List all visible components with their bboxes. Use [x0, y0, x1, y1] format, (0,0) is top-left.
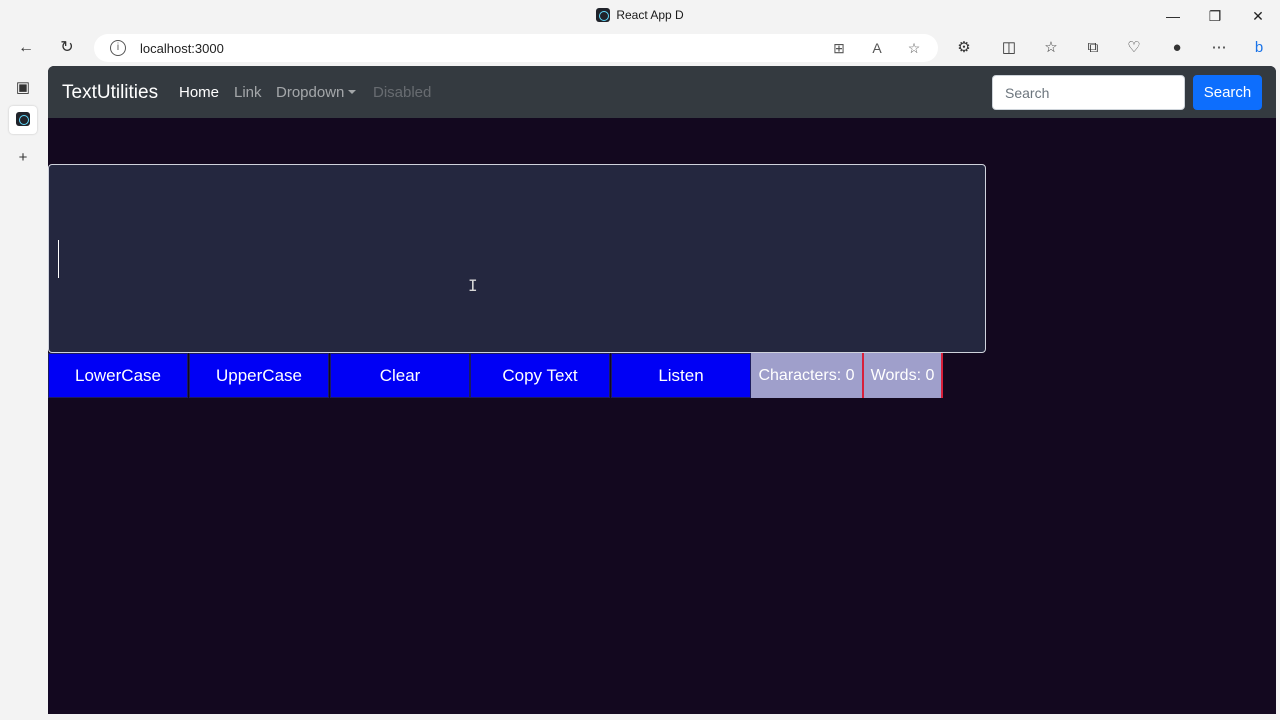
search-button[interactable]: Search [1193, 75, 1262, 110]
address-bar[interactable]: i localhost:3000 ⊞ A ☆ [94, 34, 938, 62]
navbar-brand[interactable]: TextUtilities [62, 82, 158, 104]
favorites-icon[interactable]: ☆ [1039, 36, 1063, 60]
copilot-icon[interactable]: b [1247, 36, 1271, 60]
profile-avatar-icon[interactable]: ● [1165, 36, 1189, 60]
nav-dropdown-label: Dropdown [276, 84, 345, 101]
app-navbar: TextUtilities Home Link Dropdown Disable… [48, 66, 1276, 118]
refresh-button[interactable]: ↻ [53, 36, 81, 60]
text-input-area[interactable] [48, 164, 986, 353]
site-info-icon[interactable]: i [110, 40, 126, 56]
read-aloud-icon[interactable]: A [868, 39, 886, 57]
back-button[interactable]: ← [12, 36, 40, 60]
vertical-tabs-panel: ▣ + [0, 64, 46, 720]
close-window-button[interactable]: ✕ [1238, 4, 1278, 28]
text-cursor [58, 240, 59, 278]
clear-button[interactable]: Clear [330, 353, 470, 398]
react-favicon-icon [596, 8, 611, 22]
nav-link[interactable]: Link [234, 84, 262, 101]
extensions-icon[interactable]: ⚙ [952, 36, 976, 60]
restore-button[interactable]: ❐ [1195, 4, 1235, 28]
react-favicon-icon [16, 112, 30, 126]
listen-button[interactable]: Listen [611, 353, 751, 398]
page-viewport: TextUtilities Home Link Dropdown Disable… [48, 66, 1276, 714]
tab-react-app[interactable] [9, 106, 37, 134]
ibeam-cursor-icon: I [468, 276, 478, 295]
characters-count: Characters: 0 [751, 353, 864, 398]
window-title: React App D [0, 8, 1280, 22]
app-available-icon[interactable]: ⊞ [830, 39, 848, 57]
nav-home[interactable]: Home [179, 84, 219, 101]
browser-essentials-icon[interactable]: ♡ [1122, 36, 1146, 60]
nav-dropdown[interactable]: Dropdown [276, 84, 357, 101]
lowercase-button[interactable]: LowerCase [48, 353, 188, 398]
copy-text-button[interactable]: Copy Text [470, 353, 610, 398]
search-input[interactable] [992, 75, 1185, 110]
collections-icon[interactable]: ⧉ [1081, 36, 1105, 60]
nav-disabled: Disabled [373, 84, 432, 101]
tab-actions-icon[interactable]: ▣ [9, 74, 37, 102]
split-screen-icon[interactable]: ◫ [997, 36, 1021, 60]
more-options-icon[interactable]: ⋯ [1207, 36, 1231, 60]
address-url[interactable]: localhost:3000 [140, 41, 224, 56]
words-count: Words: 0 [864, 353, 943, 398]
new-tab-plus-icon[interactable]: + [9, 144, 37, 172]
window-title-bar: React App D — ❐ ✕ [0, 0, 1280, 32]
uppercase-button[interactable]: UpperCase [189, 353, 329, 398]
favorite-star-icon[interactable]: ☆ [905, 39, 923, 57]
caret-down-icon [348, 90, 357, 94]
minimize-button[interactable]: — [1153, 4, 1193, 28]
window-title-text: React App D [616, 8, 684, 22]
